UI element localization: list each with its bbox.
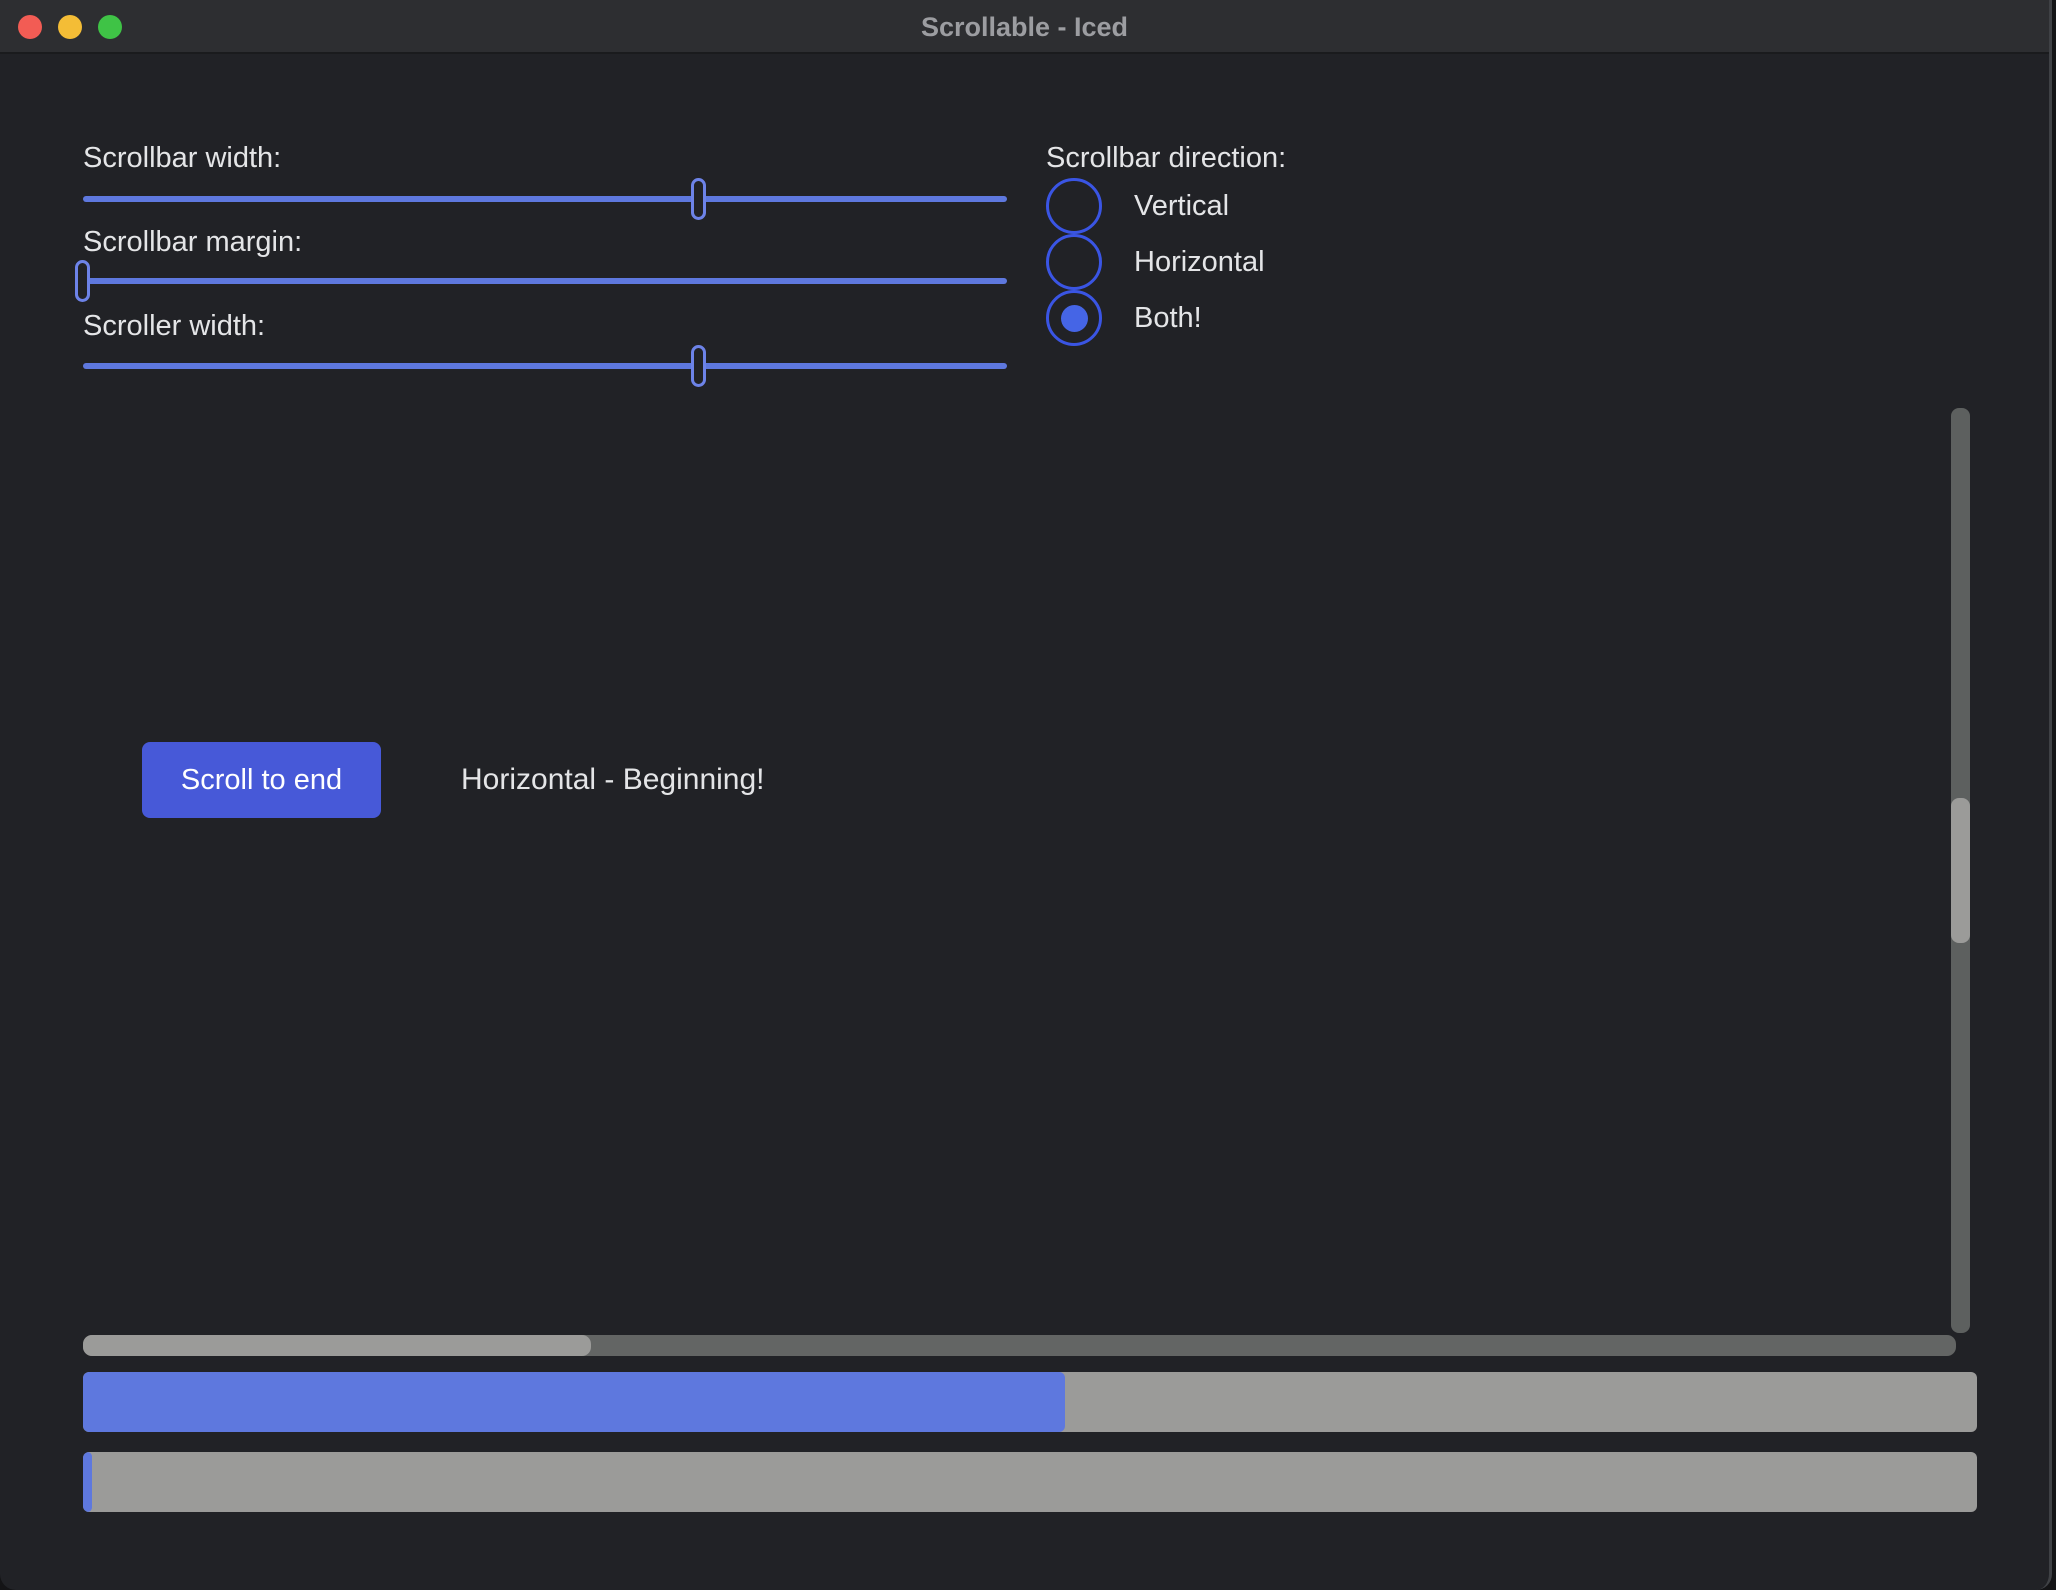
content-area: Scrollbar width: Scrollbar margin: Scrol… — [0, 54, 2049, 1590]
radio-option-horizontal[interactable]: Horizontal — [1046, 234, 1265, 290]
radio-selected-dot — [1061, 305, 1088, 332]
scrollbar-width-label: Scrollbar width: — [83, 139, 281, 177]
vertical-progress-bar — [83, 1452, 1977, 1512]
horizontal-progress-bar — [83, 1372, 1977, 1432]
radio-option-vertical[interactable]: Vertical — [1046, 178, 1229, 234]
radio-circle-icon[interactable] — [1046, 178, 1102, 234]
slider-rail[interactable] — [83, 196, 1007, 202]
vertical-scrollbar-track[interactable] — [1951, 408, 1970, 1333]
scroll-to-end-button[interactable]: Scroll to end — [142, 742, 381, 818]
vertical-scrollbar-scroller[interactable] — [1951, 798, 1970, 943]
slider-handle[interactable] — [691, 345, 706, 387]
window-title: Scrollable - Iced — [0, 0, 2049, 54]
slider-handle[interactable] — [691, 178, 706, 220]
radio-option-label: Both! — [1134, 302, 1202, 335]
radio-circle-icon[interactable] — [1046, 234, 1102, 290]
slider-rail[interactable] — [83, 363, 1007, 369]
horizontal-scrollbar-track[interactable] — [83, 1335, 1956, 1356]
radio-option-label: Horizontal — [1134, 246, 1265, 279]
slider-rail[interactable] — [83, 278, 1007, 284]
titlebar[interactable]: Scrollable - Iced — [0, 0, 2049, 54]
scrollbar-margin-slider[interactable] — [83, 260, 1007, 302]
radio-option-both[interactable]: Both! — [1046, 290, 1202, 346]
scrollbar-margin-label: Scrollbar margin: — [83, 223, 302, 261]
radio-option-label: Vertical — [1134, 190, 1229, 223]
slider-handle[interactable] — [75, 260, 90, 302]
scroll-status-text: Horizontal - Beginning! — [461, 742, 765, 818]
scrollbar-direction-label: Scrollbar direction: — [1046, 139, 1286, 177]
progress-fill — [83, 1452, 92, 1512]
radio-circle-icon[interactable] — [1046, 290, 1102, 346]
scroller-width-slider[interactable] — [83, 345, 1007, 387]
scrollbar-width-slider[interactable] — [83, 178, 1007, 220]
app-window: Scrollable - Iced Scrollbar width: Scrol… — [0, 0, 2052, 1590]
scroller-width-label: Scroller width: — [83, 307, 265, 345]
progress-fill — [83, 1372, 1065, 1432]
horizontal-scrollbar-scroller[interactable] — [83, 1335, 591, 1356]
